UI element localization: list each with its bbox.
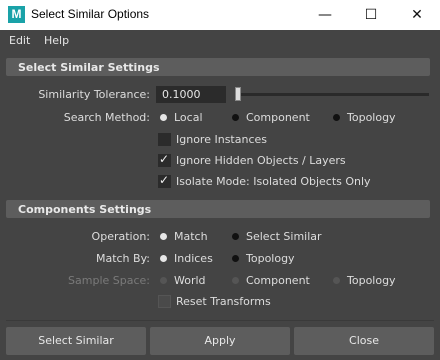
option-component[interactable]: Component	[246, 111, 310, 124]
reset-transforms-checkbox	[158, 295, 171, 308]
isolate-mode-checkbox[interactable]	[158, 173, 171, 188]
ignore-instances-checkbox[interactable]	[158, 133, 171, 146]
menu-help[interactable]: Help	[44, 34, 69, 47]
title-bar: M Select Similar Options — ☐ ✕	[0, 0, 440, 30]
menu-edit[interactable]: Edit	[9, 34, 30, 47]
minimize-button[interactable]: —	[302, 0, 348, 30]
ignore-instances-label[interactable]: Ignore Instances	[176, 133, 267, 146]
option-indices[interactable]: Indices	[174, 252, 213, 265]
option-topology-match[interactable]: Topology	[246, 252, 295, 265]
radio-component[interactable]	[232, 114, 239, 121]
ignore-hidden-checkbox[interactable]	[158, 152, 171, 167]
radio-topology-match[interactable]	[232, 255, 239, 262]
option-match[interactable]: Match	[174, 230, 208, 243]
radio-topology[interactable]	[333, 114, 340, 121]
radio-indices[interactable]	[160, 255, 167, 262]
option-local[interactable]: Local	[174, 111, 203, 124]
similarity-tolerance-label: Similarity Tolerance:	[38, 88, 150, 101]
divider	[6, 320, 434, 321]
radio-component-space	[232, 277, 239, 284]
close-button[interactable]: Close	[294, 327, 434, 355]
apply-button[interactable]: Apply	[150, 327, 290, 355]
operation-label: Operation:	[91, 230, 150, 243]
radio-local[interactable]	[160, 114, 167, 121]
section-header-components[interactable]: Components Settings	[6, 200, 430, 218]
radio-select-similar[interactable]	[232, 233, 239, 240]
window-title: Select Similar Options	[31, 7, 150, 21]
maya-app-icon: M	[8, 6, 25, 23]
section-title: Select Similar Settings	[18, 61, 160, 74]
option-select-similar[interactable]: Select Similar	[246, 230, 322, 243]
slider-handle[interactable]	[235, 87, 241, 101]
isolate-mode-label[interactable]: Isolate Mode: Isolated Objects Only	[176, 175, 371, 188]
section-header-select-similar[interactable]: Select Similar Settings	[6, 58, 430, 76]
reset-transforms-label: Reset Transforms	[176, 295, 271, 308]
radio-match[interactable]	[160, 233, 167, 240]
match-by-label: Match By:	[95, 252, 150, 265]
sample-space-label: Sample Space:	[68, 274, 150, 287]
maximize-button[interactable]: ☐	[348, 0, 394, 30]
menu-bar: Edit Help	[0, 30, 440, 50]
close-window-button[interactable]: ✕	[394, 0, 440, 30]
radio-topology-space	[333, 277, 340, 284]
similarity-tolerance-input[interactable]: 0.1000	[156, 86, 226, 103]
option-world: World	[174, 274, 206, 287]
option-topology[interactable]: Topology	[347, 111, 396, 124]
radio-world	[160, 277, 167, 284]
similarity-tolerance-slider[interactable]	[236, 93, 429, 96]
section-title: Components Settings	[18, 203, 152, 216]
option-component-space: Component	[246, 274, 310, 287]
search-method-label: Search Method:	[63, 111, 150, 124]
select-similar-button[interactable]: Select Similar	[6, 327, 146, 355]
ignore-hidden-label[interactable]: Ignore Hidden Objects / Layers	[176, 154, 346, 167]
options-panel: Select Similar Settings Similarity Toler…	[0, 50, 440, 322]
option-topology-space: Topology	[347, 274, 396, 287]
